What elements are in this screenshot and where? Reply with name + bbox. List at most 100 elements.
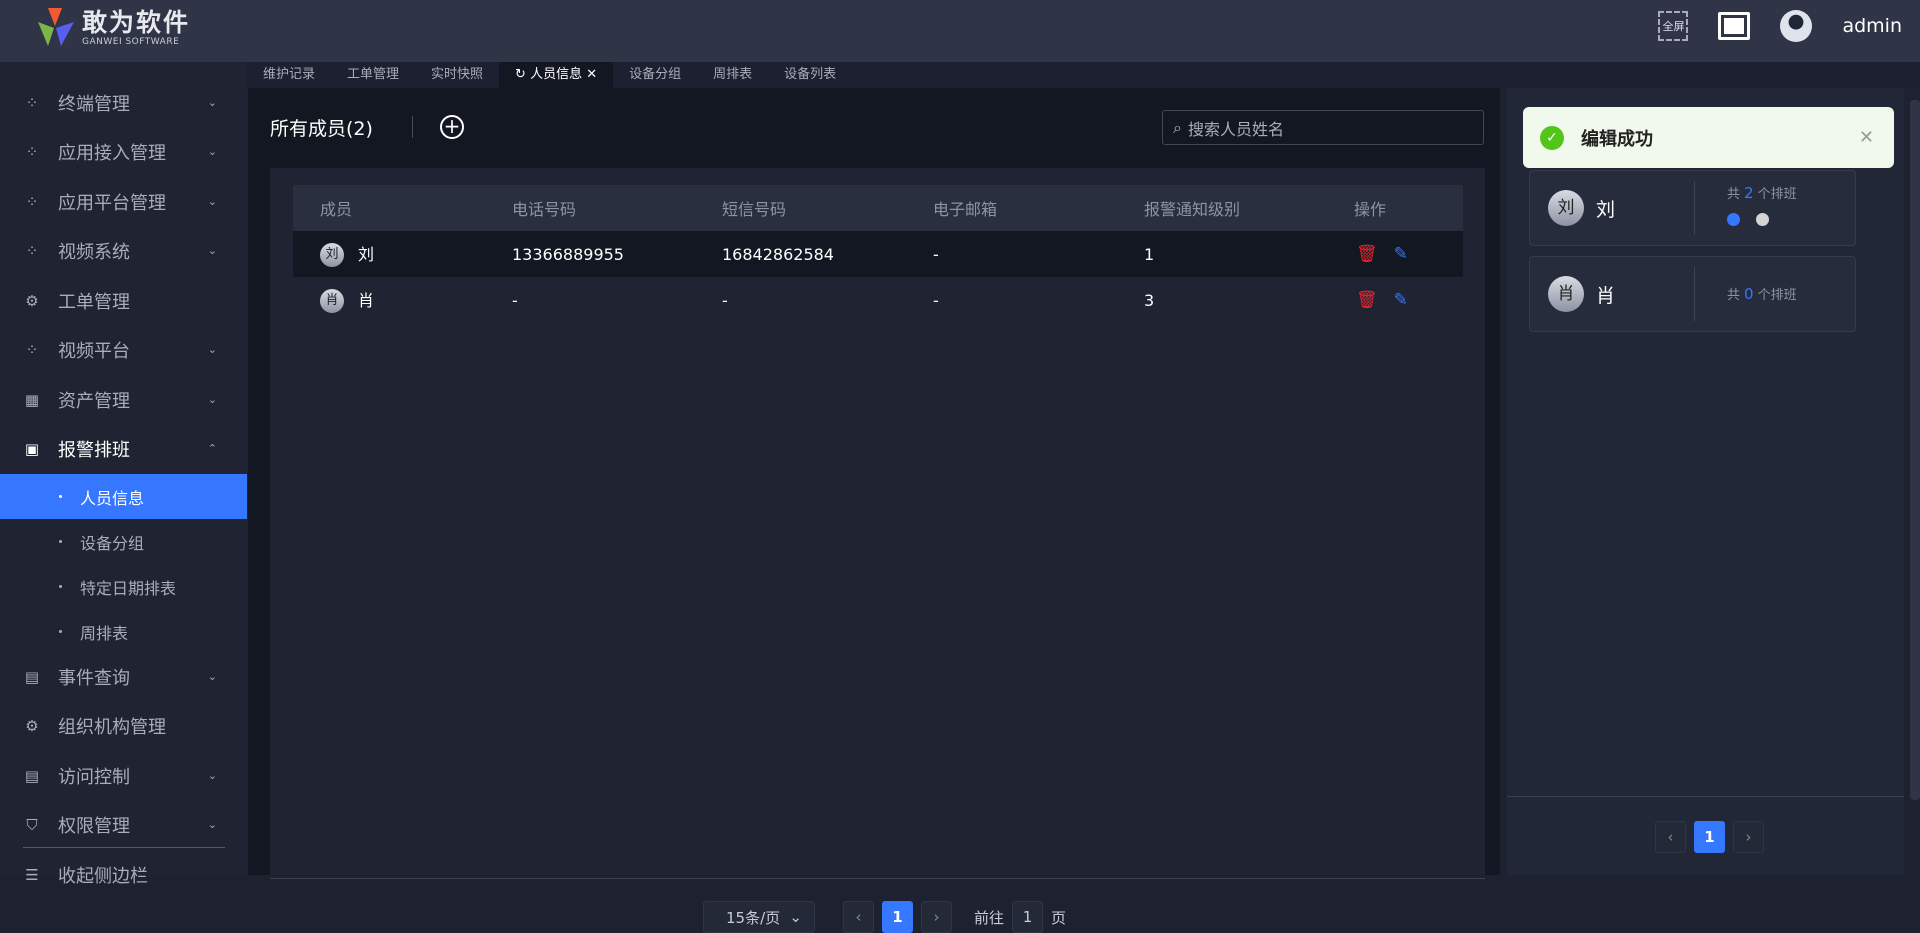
gear-icon: ⚙ bbox=[25, 291, 39, 310]
goto-page-input[interactable]: 1 bbox=[1012, 901, 1044, 933]
fullscreen-icon[interactable] bbox=[1718, 12, 1751, 40]
close-icon[interactable]: ✕ bbox=[582, 67, 597, 82]
goto-label: 前往 bbox=[974, 908, 1005, 927]
schedule-dot[interactable] bbox=[1727, 213, 1740, 226]
sidebar-item-permissions[interactable]: ⛉ 权限管理 ⌄ bbox=[0, 802, 247, 847]
sidebar-item-video-system[interactable]: ⁘ 视频系统 ⌄ bbox=[0, 228, 247, 273]
edit-icon[interactable]: ✎ bbox=[1394, 244, 1408, 264]
col-member: 成员 bbox=[320, 200, 353, 219]
page-title: 所有成员(2) bbox=[270, 118, 373, 140]
sms: 16842862584 bbox=[722, 244, 834, 264]
page-size-value: 15条/页 bbox=[726, 908, 781, 927]
search-icon: ⌕ bbox=[1173, 117, 1182, 137]
prev-page-button[interactable]: ‹ bbox=[1655, 821, 1686, 853]
refresh-icon[interactable]: ↻ bbox=[515, 67, 530, 82]
suffix: 个排班 bbox=[1757, 187, 1797, 202]
tab-weekly[interactable]: 周排表 bbox=[697, 62, 768, 88]
label: 周排表 bbox=[80, 623, 129, 643]
tab-maintenance[interactable]: 维护记录 bbox=[247, 62, 331, 88]
email: - bbox=[933, 290, 939, 310]
delete-icon[interactable]: 🗑 bbox=[1356, 290, 1378, 310]
label: 终端管理 bbox=[58, 93, 130, 115]
grid-icon: ⁘ bbox=[25, 192, 39, 211]
tab-device-list[interactable]: 设备列表 bbox=[768, 62, 852, 88]
scrollbar[interactable] bbox=[1910, 100, 1920, 800]
divider bbox=[1694, 267, 1695, 321]
document-search-icon: ▤ bbox=[24, 667, 40, 686]
search-placeholder: 搜索人员姓名 bbox=[1187, 119, 1284, 139]
bullet bbox=[59, 495, 62, 498]
page-1-button[interactable]: 1 bbox=[1694, 821, 1725, 853]
divider bbox=[1694, 181, 1695, 235]
sidebar-item-video-platform[interactable]: ⁘ 视频平台 ⌄ bbox=[0, 327, 247, 372]
chevron-down-icon: ⌄ bbox=[207, 670, 217, 683]
prev-page-button[interactable]: ‹ bbox=[843, 901, 874, 933]
search-input[interactable]: ⌕ 搜索人员姓名 bbox=[1162, 110, 1484, 145]
prefix: 共 bbox=[1727, 288, 1741, 303]
logo: 敢为软件 GANWEI SOFTWARE bbox=[38, 8, 190, 48]
sidebar-item-app-access[interactable]: ⁘ 应用接入管理 ⌄ bbox=[0, 129, 247, 174]
member-name: 肖 bbox=[358, 290, 375, 310]
phone: - bbox=[512, 290, 518, 310]
person-card[interactable]: 肖 肖 共 0 个排班 bbox=[1529, 256, 1856, 332]
sidebar-item-terminal[interactable]: ⁘ 终端管理 ⌄ bbox=[0, 80, 247, 125]
divider bbox=[1507, 796, 1904, 797]
chevron-down-icon: ⌄ bbox=[207, 393, 217, 406]
avatar: 刘 bbox=[320, 243, 344, 268]
next-page-button[interactable]: › bbox=[1733, 821, 1764, 853]
divider bbox=[23, 847, 225, 848]
schedule-dot[interactable] bbox=[1756, 213, 1769, 226]
label: 组织机构管理 bbox=[58, 716, 166, 738]
prefix: 共 bbox=[1727, 187, 1741, 202]
sidebar: ⁘ 终端管理 ⌄ ⁘ 应用接入管理 ⌄ ⁘ 应用平台管理 ⌄ ⁘ 视频系统 ⌄ ⚙ 工单管理 ⁘ 视… bbox=[0, 62, 247, 887]
schedule-panel: 刘 刘 共 2 个排班 肖 肖 共 0 个排班 ‹ 1 › bbox=[1507, 88, 1904, 875]
add-member-button[interactable]: + bbox=[440, 115, 464, 139]
person-card[interactable]: 刘 刘 共 2 个排班 bbox=[1529, 170, 1856, 246]
sms: - bbox=[722, 290, 728, 310]
schedule-count: 共 2 个排班 bbox=[1727, 183, 1797, 202]
sidebar-subitem-personnel[interactable]: 人员信息 bbox=[0, 474, 247, 519]
username[interactable]: admin bbox=[1842, 15, 1902, 37]
fullscreen-text-button[interactable]: 全屏 bbox=[1658, 11, 1689, 41]
col-phone: 电话号码 bbox=[512, 200, 577, 219]
page-1-button[interactable]: 1 bbox=[882, 901, 913, 933]
label: 视频系统 bbox=[58, 241, 130, 263]
delete-icon[interactable]: 🗑 bbox=[1356, 244, 1378, 264]
sidebar-item-access-control[interactable]: ▤ 访问控制 ⌄ bbox=[0, 753, 247, 798]
grid-icon: ⁘ bbox=[25, 142, 39, 161]
edit-icon[interactable]: ✎ bbox=[1394, 290, 1408, 310]
member-name: 刘 bbox=[358, 244, 375, 264]
chevron-down-icon: ⌄ bbox=[207, 195, 217, 208]
schedule-count: 共 0 个排班 bbox=[1727, 284, 1797, 303]
tab-snapshot[interactable]: 实时快照 bbox=[415, 62, 499, 88]
shield-icon: ⛉ bbox=[26, 815, 38, 834]
label: 资产管理 bbox=[58, 390, 130, 412]
page-size-select[interactable]: 15条/页 ⌄ bbox=[703, 901, 815, 933]
schedule-dots bbox=[1727, 213, 1769, 226]
next-page-button[interactable]: › bbox=[921, 901, 952, 933]
label: 权限管理 bbox=[58, 815, 130, 837]
sidebar-item-alarm-schedule[interactable]: ▣ 报警排班 ⌃ bbox=[0, 426, 247, 471]
sidebar-item-events[interactable]: ▤ 事件查询 ⌄ bbox=[0, 654, 247, 699]
sidebar-item-assets[interactable]: ▦ 资产管理 ⌄ bbox=[0, 377, 247, 422]
tab-device-group[interactable]: 设备分组 bbox=[613, 62, 697, 88]
sidebar-subitem-weekly[interactable]: 周排表 bbox=[0, 609, 247, 654]
sidebar-subitem-device-group[interactable]: 设备分组 bbox=[0, 519, 247, 564]
tab-personnel[interactable]: ↻ 人员信息 ✕ bbox=[499, 62, 614, 88]
sidebar-item-work-orders[interactable]: ⚙ 工单管理 bbox=[0, 278, 247, 323]
toast-message: 编辑成功 bbox=[1581, 128, 1653, 150]
table-header: 成员 电话号码 短信号码 电子邮箱 报警通知级别 操作 bbox=[293, 185, 1463, 231]
bullet bbox=[59, 540, 62, 543]
sidebar-item-app-platform[interactable]: ⁘ 应用平台管理 ⌄ bbox=[0, 179, 247, 224]
tab-work-orders[interactable]: 工单管理 bbox=[331, 62, 415, 88]
sidebar-item-org[interactable]: ⚙ 组织机构管理 bbox=[0, 703, 247, 748]
close-icon[interactable]: ✕ bbox=[1859, 127, 1874, 148]
chevron-down-icon: ⌄ bbox=[207, 244, 217, 257]
divider bbox=[412, 116, 413, 138]
user-avatar[interactable] bbox=[1780, 10, 1813, 42]
label: 报警排班 bbox=[58, 439, 130, 461]
sidebar-subitem-date-schedule[interactable]: 特定日期排表 bbox=[0, 564, 247, 609]
avatar: 刘 bbox=[1548, 190, 1584, 226]
avatar: 肖 bbox=[1548, 276, 1584, 312]
grid-icon: ⁘ bbox=[25, 93, 39, 112]
